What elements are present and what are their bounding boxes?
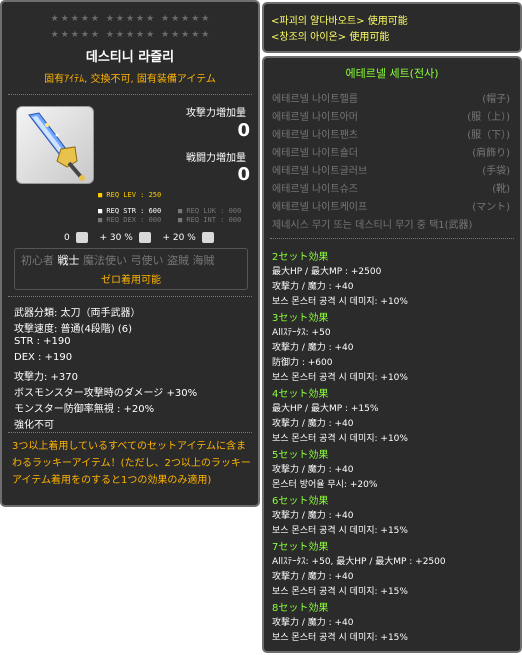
divider: [270, 238, 514, 239]
set-effect-line: 보스 몬스터 공격 시 데미지: +15%: [272, 526, 408, 536]
job-list: 初心者 戦士 魔法使い 弓使い 盗賊 海賊: [21, 252, 215, 268]
star-force-row-1: ★★★★★ ★★★★★ ★★★★★: [50, 14, 212, 24]
job-requirement-box: 初心者 戦士 魔法使い 弓使い 盗賊 海賊 ゼロ着用可能: [14, 248, 248, 290]
damage-stat-row: 0 + 30 % + 20 %: [64, 232, 217, 243]
sword-weapon-icon: [28, 112, 85, 181]
set-effect-line: 보스 몬스터 공격 시 데미지: +10%: [272, 373, 408, 383]
req-str: ■ REQ STR : 600: [98, 207, 162, 215]
req-int: ■ REQ INT : 000: [178, 216, 242, 224]
req-luk: ■ REQ LUK : 000: [178, 207, 242, 215]
set-item-name: 에테르넬 나이트슈즈: [272, 184, 358, 195]
set-effect-line: 몬스터 방어율 무시: +20%: [272, 480, 378, 490]
set-effect-line: 攻撃力 / 魔力 : +40: [272, 618, 354, 628]
set-item: 에테르넬 나이트케이프 (マント): [272, 198, 510, 213]
usable-potential-panel: <파괴의 얄다바오트> 使用可能 <창조의 아이온> 使用可能: [262, 2, 522, 53]
job-pirate: 海賊: [192, 254, 215, 267]
set-item-slot: (服（下）): [467, 130, 510, 141]
set-item-name: 에테르넬 나이트숄더: [272, 148, 358, 159]
ignore-defense-icon: [201, 232, 214, 243]
set-effect-line: 攻撃力 / 魔力 : +40: [272, 282, 354, 292]
set-effect-line: 攻撃力 / 魔力 : +40: [272, 419, 354, 429]
stat-attack: 攻撃力: +370: [14, 372, 79, 383]
set-effect-line: 防御力 : +600: [272, 358, 333, 368]
set-item-name: 에테르넬 나이트팬츠: [272, 130, 358, 141]
combat-increase-value: 0: [237, 164, 250, 185]
damage-value: 0: [64, 233, 70, 243]
set-item-slot: (服（上）): [467, 112, 510, 123]
potential-line-1: <파괴의 얄다바오트> 使用可能: [271, 16, 408, 27]
set-effect-line: 最大HP / 最大MP : +15%: [272, 404, 379, 414]
stat-no-enhance: 強化不可: [14, 420, 54, 431]
set-effect-line: 攻撃力 / 魔力 : +40: [272, 511, 354, 521]
set-item: 에테르넬 나이트아머 (服（上）): [272, 108, 510, 123]
set-effect-line: 보스 몬스터 공격 시 데미지: +15%: [272, 587, 408, 597]
divider: [8, 432, 252, 433]
attack-increase-label: 攻撃力増加量: [186, 108, 246, 119]
set-item: 에테르넬 나이트글러브 (手袋): [272, 162, 510, 177]
set-effect-line: 攻撃力 / 魔力 : +40: [272, 572, 354, 582]
set-item: 에테르넬 나이트팬츠 (服（下）): [272, 126, 510, 141]
set-item-slot: (靴): [492, 184, 510, 195]
attack-increase-value: 0: [237, 120, 250, 141]
lucky-item-description: 3つ以上着用しているすべてのセットアイテムに含まわるラッキーアイテム！(ただし、…: [12, 441, 251, 486]
set-effect-line: 最大HP / 最大MP : +2500: [272, 267, 382, 277]
stat-attack-speed: 攻撃速度: 普通(4段階) (6): [14, 324, 133, 335]
stat-boss-damage: ボスモンスター攻撃時のダメージ +30%: [14, 388, 198, 399]
ignore-defense-value: + 20 %: [162, 233, 196, 243]
zero-usable-label: ゼロ着用可能: [101, 275, 161, 286]
set-effect-5-heading: 5セット効果: [272, 450, 329, 461]
set-effect-line: 보스 몬스터 공격 시 데미지: +10%: [272, 297, 408, 307]
set-item: 에테르넬 나이트슈즈 (靴): [272, 180, 510, 195]
job-magician: 魔法使い: [83, 254, 127, 267]
item-attributes: 固有ｱｲﾃﾑ, 交換不可, 固有装備アイテム: [44, 74, 216, 85]
set-item: 에테르넬 나이트헬름 (帽子): [272, 90, 510, 105]
item-name: 데스티니 라즐리: [85, 50, 175, 65]
item-tooltip-panel: ★★★★★ ★★★★★ ★★★★★ ★★★★★ ★★★★★ ★★★★★ 데스티니…: [0, 0, 260, 507]
stat-weapon-type: 武器分類: 太刀（両手武器）: [14, 308, 141, 319]
set-effect-panel: 에테르넬 세트(전사) 에테르넬 나이트헬름 (帽子) 에테르넬 나이트아머 (…: [262, 56, 522, 653]
damage-icon: [75, 232, 88, 243]
stat-dex: DEX : +190: [14, 352, 73, 363]
stat-ignore-defense: モンスター防御率無視 : +20%: [14, 404, 155, 415]
set-effect-6-heading: 6セット効果: [272, 496, 329, 507]
set-item-slot: (手袋): [482, 166, 510, 177]
set-item-name: 에테르넬 나이트아머: [272, 112, 358, 123]
job-beginner: 初心者: [21, 254, 54, 267]
job-warrior: 戦士: [57, 254, 80, 267]
set-item-slot: (肩飾り): [472, 148, 510, 159]
set-effect-line: 攻撃力 / 魔力 : +40: [272, 343, 354, 353]
req-level: ■ REQ LEV : 250: [98, 191, 162, 199]
weapon-icon-frame: [16, 106, 94, 184]
set-item-slot: (マント): [472, 202, 510, 213]
set-effect-line: 攻撃力 / 魔力 : +40: [272, 465, 354, 475]
set-effect-line: 보스 몬스터 공격 시 데미지: +10%: [272, 434, 408, 444]
star-force-row-2: ★★★★★ ★★★★★ ★★★★★: [50, 30, 212, 40]
set-effect-8-heading: 8セット効果: [272, 603, 329, 614]
potential-line-2: <창조의 아이온> 使用可能: [271, 32, 390, 43]
set-effect-2-heading: 2セット効果: [272, 252, 329, 263]
set-effect-3-heading: 3セット効果: [272, 313, 329, 324]
set-effect-line: Allｽﾃｰﾀｽ: +50, 最大HP / 最大MP : +2500: [272, 557, 446, 567]
set-item-name: 에테르넬 나이트케이프: [272, 202, 368, 213]
set-title: 에테르넬 세트(전사): [345, 67, 439, 80]
set-effect-4-heading: 4セット効果: [272, 389, 329, 400]
set-item-slot: (帽子): [482, 94, 510, 105]
stat-str: STR : +190: [14, 336, 71, 347]
set-effect-line: Allｽﾃｰﾀｽ: +50: [272, 328, 331, 338]
divider: [8, 94, 252, 95]
combat-increase-label: 戦闘力増加量: [186, 153, 246, 164]
set-effect-7-heading: 7セット効果: [272, 542, 329, 553]
set-item-name: 제네시스 무기 또는 데스티니 무기 중 택1(武器): [272, 220, 473, 231]
job-archer: 弓使い: [130, 254, 164, 267]
set-item-name: 에테르넬 나이트글러브: [272, 166, 368, 177]
set-effect-line: 보스 몬스터 공격 시 데미지: +15%: [272, 633, 408, 643]
divider: [8, 296, 252, 297]
set-item-name: 에테르넬 나이트헬름: [272, 94, 358, 105]
set-item: 에테르넬 나이트숄더 (肩飾り): [272, 144, 510, 159]
job-thief: 盗賊: [167, 254, 189, 267]
req-dex: ■ REQ DEX : 000: [98, 216, 162, 224]
set-item: 제네시스 무기 또는 데스티니 무기 중 택1(武器): [272, 216, 510, 231]
boss-damage-icon: [138, 232, 151, 243]
boss-damage-value: + 30 %: [99, 233, 133, 243]
